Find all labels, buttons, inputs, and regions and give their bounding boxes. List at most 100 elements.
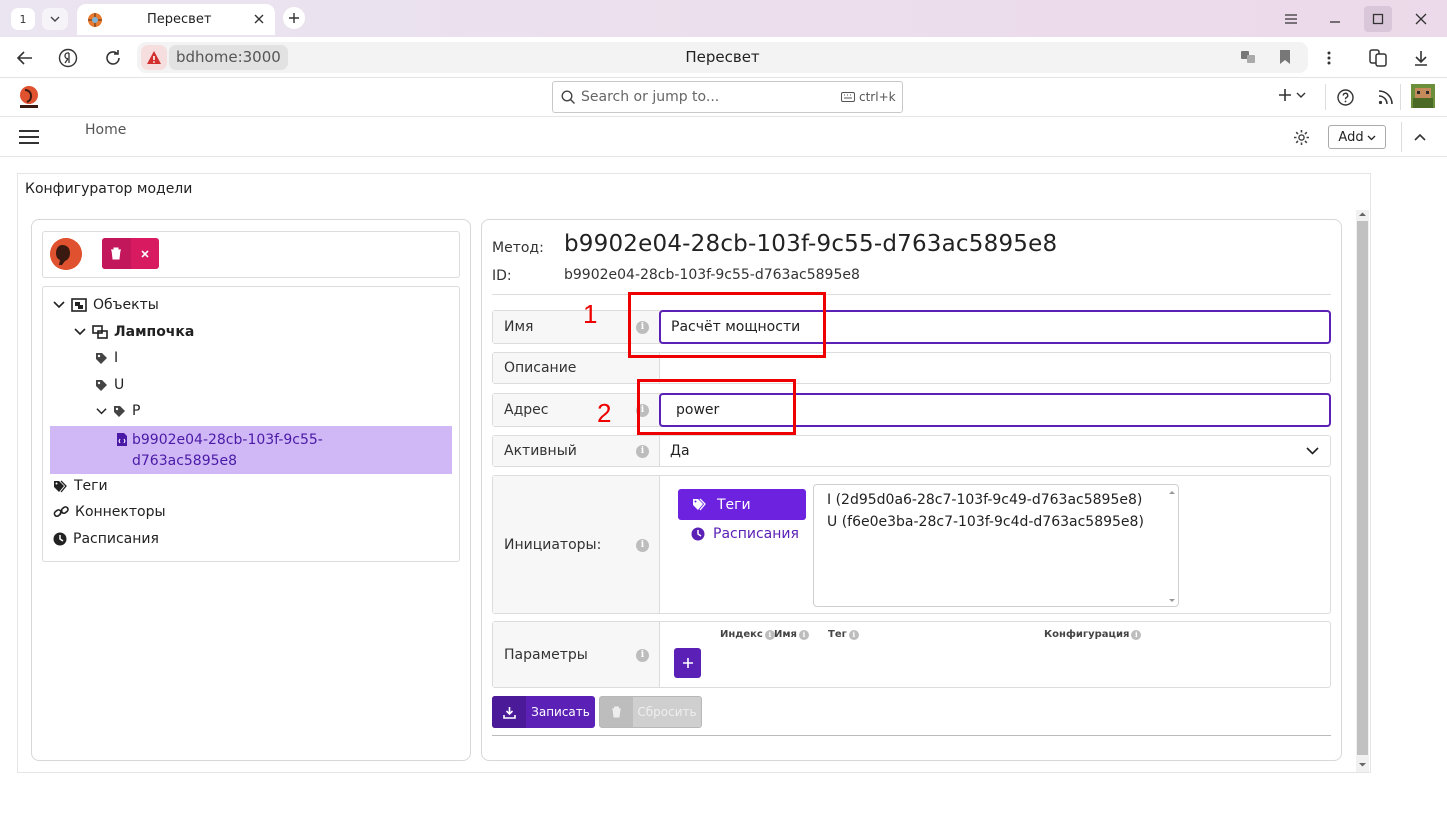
bookmark-icon[interactable] — [1278, 49, 1292, 65]
file-code-icon — [117, 433, 127, 446]
address-bar-row: bdhome:3000 Пересвет — [0, 37, 1447, 78]
tag-icon — [96, 379, 107, 391]
info-icon: i — [1131, 629, 1142, 640]
tree-action-buttons — [102, 238, 159, 269]
keyboard-icon — [841, 92, 855, 102]
collections-icon[interactable] — [1366, 46, 1390, 70]
save-button[interactable]: Записать — [492, 696, 595, 728]
url-field[interactable]: bdhome:3000 Пересвет — [137, 42, 1308, 73]
annotation-box-2 — [637, 379, 796, 435]
app-header: Search or jump to... ctrl+k — [0, 78, 1447, 117]
page-title: Пересвет — [685, 48, 760, 66]
initiators-schedules-link[interactable]: Расписания — [691, 526, 799, 542]
browser-tab-active[interactable]: Пересвет — [77, 4, 275, 35]
tree-node-connectors[interactable]: Коннекторы — [53, 504, 166, 520]
chevron-down-icon — [96, 407, 107, 414]
close-tab-icon[interactable] — [253, 13, 265, 25]
warning-icon[interactable] — [141, 45, 167, 70]
gear-icon[interactable] — [1293, 129, 1310, 146]
initiators-listbox[interactable]: I (2d95d0a6-28c7-103f-9c49-d763ac5895e8)… — [813, 484, 1179, 607]
info-icon: i — [848, 629, 859, 640]
rss-icon[interactable] — [1378, 90, 1393, 105]
method-label: Метод: — [492, 240, 544, 256]
id-label: ID: — [492, 268, 512, 284]
new-dropdown[interactable] — [1278, 88, 1306, 102]
collapse-chevron-icon[interactable] — [1414, 132, 1426, 142]
list-item[interactable]: U (f6e0e3ba-28c7-103f-9c4d-d763ac5895e8) — [827, 514, 1144, 530]
model-avatar — [50, 238, 82, 270]
tree-node-tag-u[interactable]: U — [95, 377, 124, 393]
minimize-icon[interactable] — [1321, 6, 1349, 32]
initiators-tags-button[interactable]: Теги — [678, 489, 806, 520]
hamburger-menu-icon[interactable] — [19, 130, 39, 144]
list-item[interactable]: I (2d95d0a6-28c7-103f-9c49-d763ac5895e8) — [827, 492, 1142, 508]
more-vertical-icon[interactable] — [1317, 46, 1341, 70]
annotation-number-1: 1 — [583, 299, 598, 329]
user-avatar[interactable] — [1411, 84, 1435, 108]
reset-button[interactable]: Сбросить — [599, 696, 702, 728]
tree-node-tag-p[interactable]: P — [96, 403, 140, 419]
info-icon[interactable]: i — [636, 445, 649, 458]
tab-title: Пересвет — [147, 12, 212, 27]
params-label: Параметры — [493, 622, 660, 687]
search-input[interactable]: Search or jump to... ctrl+k — [552, 81, 903, 113]
clock-icon — [53, 532, 67, 546]
close-button[interactable] — [131, 238, 160, 269]
trash-icon — [600, 697, 633, 727]
reload-icon[interactable] — [101, 46, 125, 70]
chevron-down-icon — [1367, 135, 1376, 140]
divider — [492, 735, 1331, 736]
search-icon — [561, 90, 576, 105]
active-select[interactable]: Да — [660, 436, 1330, 466]
menu-icon[interactable] — [1277, 6, 1305, 32]
tree-node-lamp[interactable]: Лампочка — [74, 324, 194, 340]
active-row: Активный i Да — [492, 435, 1331, 467]
translate-icon[interactable] — [1240, 49, 1256, 65]
param-col-name: Имя i — [774, 629, 809, 640]
trash-icon — [111, 247, 122, 260]
info-icon[interactable]: i — [636, 649, 649, 662]
maximize-icon[interactable] — [1364, 6, 1392, 32]
new-tab-icon[interactable] — [283, 7, 305, 29]
tree-node-method-selected[interactable]: b9902e04-28cb-103f-9c55- d763ac5895e8 — [50, 426, 452, 474]
tag-icon — [96, 352, 107, 364]
scrollbar-thumb[interactable] — [1357, 221, 1368, 755]
add-button[interactable]: Add — [1328, 125, 1386, 149]
tags-icon — [54, 480, 67, 492]
yandex-icon[interactable] — [56, 46, 80, 70]
method-title: b9902e04-28cb-103f-9c55-d763ac5895e8 — [564, 231, 1058, 257]
tree-node-objects[interactable]: Объекты — [53, 297, 159, 313]
info-icon[interactable]: i — [636, 539, 649, 552]
tab-list-chevron-icon[interactable] — [42, 8, 68, 30]
tree-node-tag-i[interactable]: I — [95, 350, 118, 366]
active-label: Активный — [493, 436, 660, 466]
tab-counter[interactable]: 1 — [11, 8, 35, 30]
breadcrumb-home[interactable]: Home — [85, 122, 126, 138]
close-window-icon[interactable] — [1407, 6, 1435, 32]
tree-node-tags[interactable]: Теги — [53, 478, 108, 494]
add-param-button[interactable] — [674, 648, 701, 678]
back-arrow-icon[interactable] — [13, 46, 37, 70]
param-col-config: Конфигурация i — [1044, 629, 1142, 640]
address-label: Адрес — [493, 394, 660, 426]
params-row: Параметры i — [492, 621, 1331, 688]
annotation-number-2: 2 — [597, 398, 612, 428]
close-icon — [141, 249, 149, 258]
download-icon — [492, 696, 526, 728]
chevron-down-icon — [1306, 447, 1319, 455]
listbox-scrollbar[interactable] — [1165, 486, 1179, 607]
search-placeholder: Search or jump to... — [581, 89, 720, 105]
tags-icon — [693, 498, 706, 511]
object-group-icon — [71, 298, 87, 312]
download-icon[interactable] — [1409, 46, 1433, 70]
plus-icon — [1279, 89, 1291, 101]
object-ungroup-icon — [92, 325, 108, 339]
help-icon[interactable] — [1337, 89, 1354, 106]
tree-node-schedules[interactable]: Расписания — [53, 531, 159, 547]
method-node-label: b9902e04-28cb-103f-9c55- d763ac5895e8 — [132, 432, 323, 469]
clock-icon — [691, 527, 705, 541]
info-icon: i — [798, 629, 809, 640]
delete-button[interactable] — [102, 238, 131, 269]
chevron-down-icon — [74, 328, 86, 336]
app-logo[interactable] — [16, 84, 42, 110]
